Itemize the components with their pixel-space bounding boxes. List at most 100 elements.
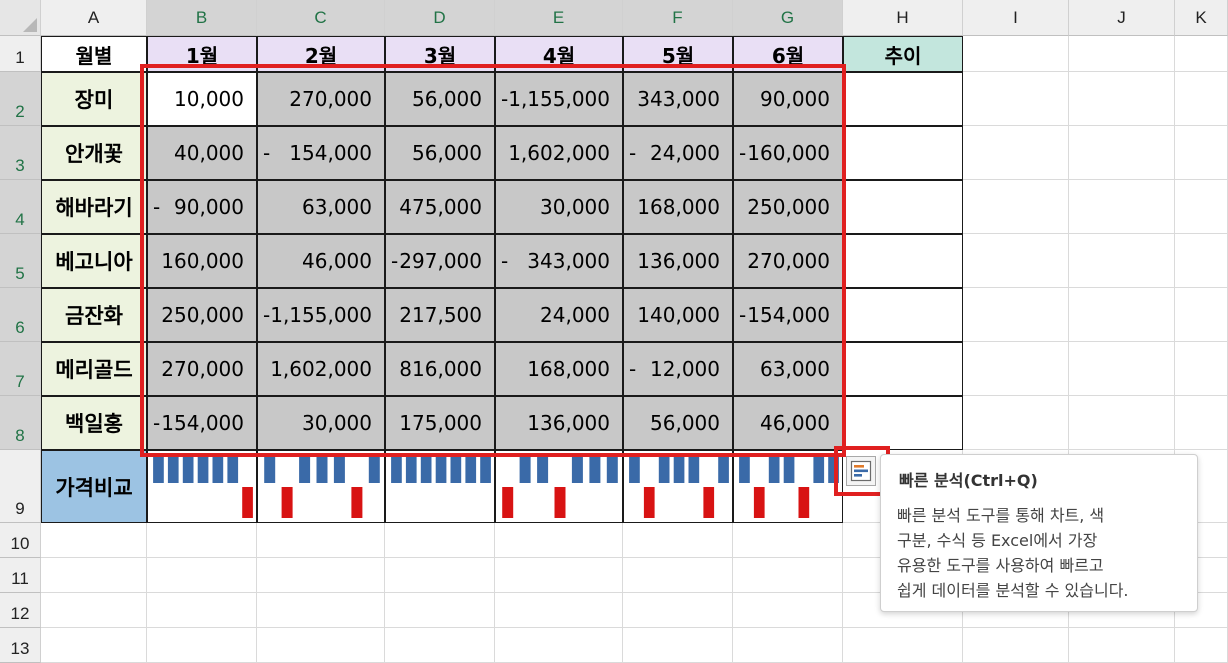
empty-cell[interactable]	[1069, 288, 1175, 342]
row-label-cell[interactable]: 메리골드	[41, 342, 147, 396]
empty-cell[interactable]	[257, 628, 385, 663]
empty-cell[interactable]	[147, 523, 257, 558]
empty-cell[interactable]	[495, 593, 623, 628]
row-label-cell[interactable]: 안개꽃	[41, 126, 147, 180]
empty-cell[interactable]	[1069, 180, 1175, 234]
empty-cell[interactable]	[1069, 126, 1175, 180]
empty-cell[interactable]	[1175, 234, 1228, 288]
column-header-k[interactable]: K	[1175, 0, 1228, 36]
empty-cell[interactable]	[1069, 396, 1175, 450]
sparkline-cell[interactable]	[495, 450, 623, 523]
column-header-b[interactable]: B	[147, 0, 257, 36]
empty-cell[interactable]	[623, 593, 733, 628]
empty-cell[interactable]	[1069, 628, 1175, 663]
empty-cell[interactable]	[495, 558, 623, 593]
row-header-3[interactable]: 3	[0, 126, 41, 180]
row-label-cell[interactable]: 금잔화	[41, 288, 147, 342]
empty-cell[interactable]	[41, 628, 147, 663]
sparkline-cell[interactable]	[733, 450, 843, 523]
empty-cell[interactable]	[257, 558, 385, 593]
sparkline-cell[interactable]	[385, 450, 495, 523]
row-label-cell[interactable]: 해바라기	[41, 180, 147, 234]
empty-cell[interactable]	[385, 628, 495, 663]
empty-cell[interactable]	[733, 628, 843, 663]
column-header-j[interactable]: J	[1069, 0, 1175, 36]
empty-cell[interactable]	[257, 593, 385, 628]
empty-cell[interactable]	[41, 593, 147, 628]
column-header-f[interactable]: F	[623, 0, 733, 36]
row-header-8[interactable]: 8	[0, 396, 41, 450]
empty-cell[interactable]	[963, 180, 1069, 234]
row-header-11[interactable]: 11	[0, 558, 41, 593]
empty-cell[interactable]	[963, 234, 1069, 288]
column-header-h[interactable]: H	[843, 0, 963, 36]
row-header-12[interactable]: 12	[0, 593, 41, 628]
row-header-6[interactable]: 6	[0, 288, 41, 342]
empty-cell[interactable]	[41, 523, 147, 558]
empty-cell[interactable]	[963, 628, 1069, 663]
row-header-4[interactable]: 4	[0, 180, 41, 234]
empty-cell[interactable]	[1069, 36, 1175, 72]
row-header-1[interactable]: 1	[0, 36, 41, 72]
trend-cell[interactable]	[843, 126, 963, 180]
empty-cell[interactable]	[1069, 234, 1175, 288]
row-header-5[interactable]: 5	[0, 234, 41, 288]
column-header-e[interactable]: E	[495, 0, 623, 36]
column-header-g[interactable]: G	[733, 0, 843, 36]
column-header-c[interactable]: C	[257, 0, 385, 36]
empty-cell[interactable]	[147, 628, 257, 663]
empty-cell[interactable]	[1175, 342, 1228, 396]
empty-cell[interactable]	[963, 36, 1069, 72]
empty-cell[interactable]	[1175, 126, 1228, 180]
trend-cell[interactable]	[843, 72, 963, 126]
empty-cell[interactable]	[495, 628, 623, 663]
empty-cell[interactable]	[1175, 180, 1228, 234]
row-label-cell[interactable]: 베고니아	[41, 234, 147, 288]
empty-cell[interactable]	[257, 523, 385, 558]
cell-a1[interactable]: 월별	[41, 36, 147, 72]
empty-cell[interactable]	[963, 72, 1069, 126]
column-header-i[interactable]: I	[963, 0, 1069, 36]
column-header-d[interactable]: D	[385, 0, 495, 36]
empty-cell[interactable]	[147, 558, 257, 593]
row-label-cell[interactable]: 장미	[41, 72, 147, 126]
row-header-10[interactable]: 10	[0, 523, 41, 558]
empty-cell[interactable]	[623, 628, 733, 663]
empty-cell[interactable]	[963, 396, 1069, 450]
empty-cell[interactable]	[843, 628, 963, 663]
row-header-9[interactable]: 9	[0, 450, 41, 523]
empty-cell[interactable]	[385, 558, 495, 593]
empty-cell[interactable]	[963, 288, 1069, 342]
empty-cell[interactable]	[385, 593, 495, 628]
empty-cell[interactable]	[733, 558, 843, 593]
empty-cell[interactable]	[1069, 72, 1175, 126]
empty-cell[interactable]	[1175, 288, 1228, 342]
sparkline-cell[interactable]	[147, 450, 257, 523]
empty-cell[interactable]	[963, 126, 1069, 180]
empty-cell[interactable]	[623, 523, 733, 558]
empty-cell[interactable]	[733, 523, 843, 558]
row-header-7[interactable]: 7	[0, 342, 41, 396]
empty-cell[interactable]	[41, 558, 147, 593]
trend-header-cell[interactable]: 추이	[843, 36, 963, 72]
trend-cell[interactable]	[843, 396, 963, 450]
column-header-a[interactable]: A	[41, 0, 147, 36]
empty-cell[interactable]	[1175, 396, 1228, 450]
row-header-2[interactable]: 2	[0, 72, 41, 126]
trend-cell[interactable]	[843, 180, 963, 234]
empty-cell[interactable]	[495, 523, 623, 558]
trend-cell[interactable]	[843, 288, 963, 342]
trend-cell[interactable]	[843, 234, 963, 288]
empty-cell[interactable]	[1175, 628, 1228, 663]
select-all-corner[interactable]	[0, 0, 41, 36]
sparkline-cell[interactable]	[623, 450, 733, 523]
empty-cell[interactable]	[147, 593, 257, 628]
empty-cell[interactable]	[1175, 36, 1228, 72]
empty-cell[interactable]	[1069, 342, 1175, 396]
empty-cell[interactable]	[1175, 72, 1228, 126]
empty-cell[interactable]	[623, 558, 733, 593]
empty-cell[interactable]	[733, 593, 843, 628]
row-header-13[interactable]: 13	[0, 628, 41, 663]
empty-cell[interactable]	[963, 342, 1069, 396]
trend-cell[interactable]	[843, 342, 963, 396]
